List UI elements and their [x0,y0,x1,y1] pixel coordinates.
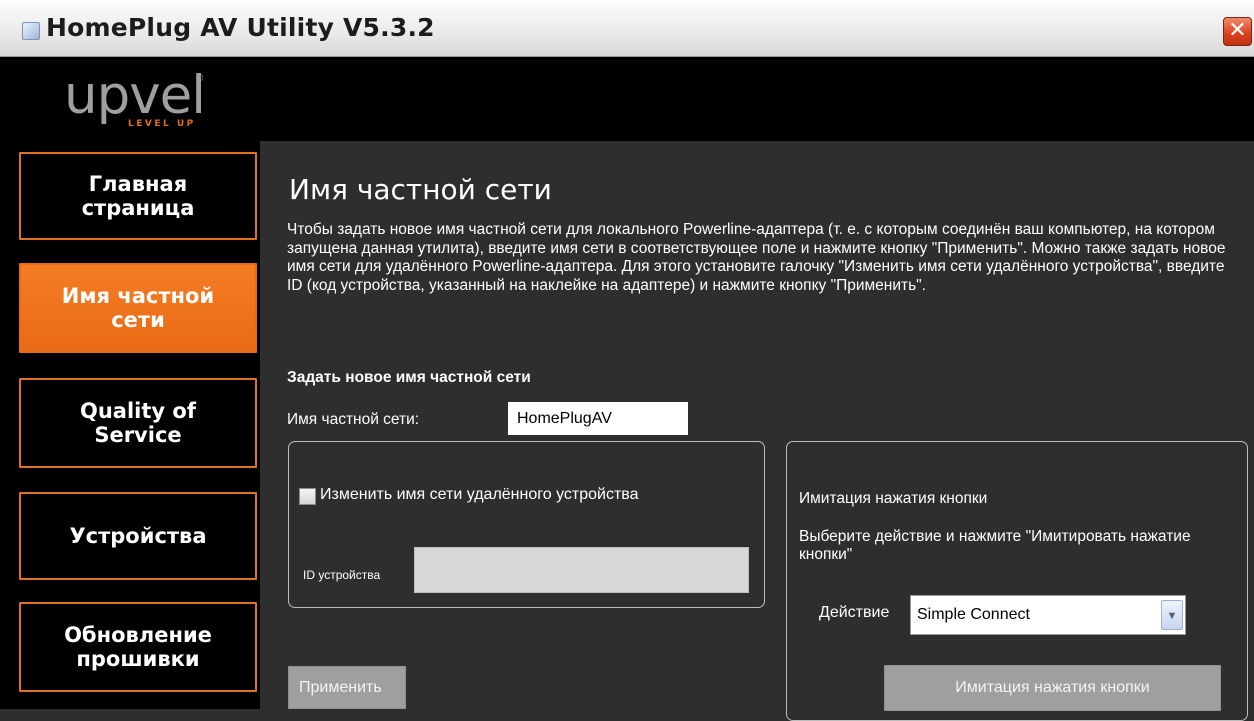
change-remote-checkbox[interactable] [299,488,316,505]
action-select[interactable]: Simple Connect ▼ [910,595,1186,635]
main-content: Имя частной сети Чтобы задать новое имя … [260,141,1254,721]
logo-tagline: LEVEL UP [128,119,196,129]
network-name-input[interactable] [508,402,688,435]
header-band: upvel ® LEVEL UP [0,57,1254,141]
sidebar-item-devices[interactable]: Устройства [19,492,257,580]
page-description: Чтобы задать новое имя частной сети для … [287,221,1226,294]
sidebar: Главная страница Имя частной сети Qualit… [0,141,260,709]
apply-button[interactable]: Применить [288,666,406,709]
logo-wordmark: upvel [64,65,206,126]
push-button-title: Имитация нажатия кнопки [799,490,988,507]
push-button-description: Выберите действие и нажмите "Имитировать… [799,528,1191,563]
sidebar-item-label: Главная страница [81,172,195,220]
device-id-input[interactable] [414,547,749,593]
sidebar-item-quality-of-service[interactable]: Quality of Service [19,378,257,468]
sidebar-item-label: Quality of Service [80,399,196,447]
close-icon: ✕ [1228,18,1247,43]
section-title: Задать новое имя частной сети [287,369,531,386]
app-icon [22,22,40,40]
simulate-button-press-button[interactable]: Имитация нажатия кнопки [884,665,1221,711]
page-title: Имя частной сети [289,173,552,206]
device-id-label: ID устройства [303,568,381,582]
action-label: Действие [819,604,890,621]
remote-device-panel: Изменить имя сети удалённого устройства … [288,441,765,608]
sidebar-item-home[interactable]: Главная страница [19,152,257,240]
change-remote-checkbox-label[interactable]: Изменить имя сети удалённого устройства [320,486,639,504]
title-bar: HomePlug AV Utility V5.3.2 ✕ [0,0,1254,57]
sidebar-item-firmware-update[interactable]: Обновление прошивки [19,602,257,692]
sidebar-item-label: Имя частной сети [61,284,215,332]
upvel-logo: upvel ® LEVEL UP [64,67,234,137]
sidebar-item-label: Обновление прошивки [64,623,212,671]
sidebar-item-label: Устройства [69,524,207,548]
window-title: HomePlug AV Utility V5.3.2 [46,13,435,42]
close-button[interactable]: ✕ [1223,17,1252,46]
logo-registered-mark: ® [196,73,204,84]
chevron-down-icon[interactable]: ▼ [1161,600,1183,630]
push-button-panel: Имитация нажатия кнопки Выберите действи… [786,441,1248,721]
network-name-label: Имя частной сети: [287,411,420,428]
action-select-value: Simple Connect [917,606,1030,623]
sidebar-item-private-network-name[interactable]: Имя частной сети [19,263,257,353]
